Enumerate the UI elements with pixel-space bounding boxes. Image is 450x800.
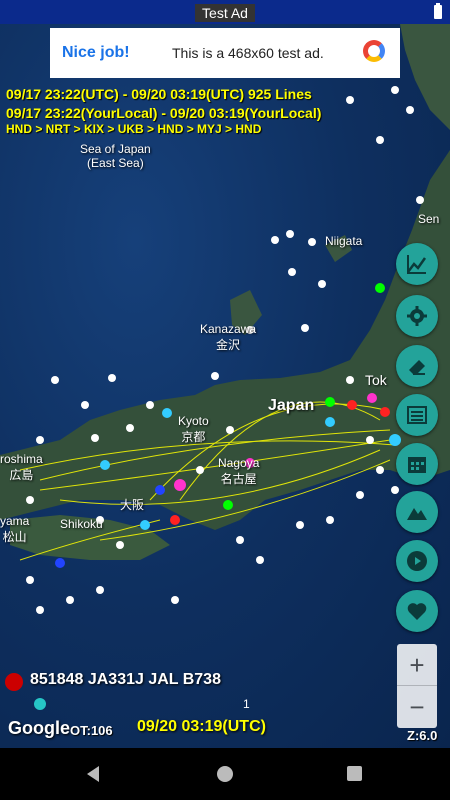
ad-label: Test Ad: [195, 4, 255, 22]
seek-handle[interactable]: [34, 698, 46, 710]
home-icon[interactable]: [217, 766, 233, 782]
map-label-hiroshima: roshima 広島: [0, 452, 43, 482]
ad-headline[interactable]: Nice job!: [62, 44, 130, 62]
favorite-button[interactable]: [396, 590, 438, 632]
back-icon[interactable]: [87, 766, 99, 782]
map-label-japan: Japan: [268, 397, 315, 414]
map-label-shikoku: Shikoku: [60, 517, 103, 531]
mountain-icon: [407, 508, 427, 520]
battery-icon: [434, 3, 442, 19]
local-range-text: 09/17 23:22(YourLocal) - 09/20 03:19(You…: [6, 105, 322, 121]
gear-icon: [407, 306, 427, 326]
chart-icon: [407, 255, 427, 274]
zoom-control: + −: [397, 644, 437, 728]
map-label-niigata: Niigata: [325, 234, 363, 248]
map-label-tokyo: Tok: [365, 372, 387, 388]
map-label-sea-of-japan: Sea of Japan (East Sea): [80, 142, 151, 170]
chart-button[interactable]: [396, 243, 438, 285]
map-label-osaka: 大阪: [120, 498, 145, 512]
current-time: 09/20 03:19(UTC): [137, 718, 266, 735]
map-label-nagoya: Nagoya 名古屋: [218, 456, 260, 486]
zoom-out-button[interactable]: −: [397, 686, 437, 728]
selected-flight-text[interactable]: 851848 JA331J JAL B738: [30, 671, 221, 689]
play-icon: [407, 551, 427, 571]
utc-range-text: 09/17 23:22(UTC) - 09/20 03:19(UTC) 925 …: [6, 86, 312, 102]
settings-button[interactable]: [396, 295, 438, 337]
eraser-button[interactable]: [396, 345, 438, 387]
eraser-icon: [409, 360, 425, 375]
google-logo: Google: [8, 718, 70, 738]
ad-text[interactable]: This is a 468x60 test ad.: [172, 45, 324, 61]
terrain-button[interactable]: [396, 491, 438, 533]
list-button[interactable]: [396, 394, 438, 436]
map-label-sendai: Sen: [418, 212, 440, 226]
calendar-icon: [408, 457, 426, 473]
zoom-level: Z:6.0: [407, 728, 438, 743]
ad-logo-icon[interactable]: [363, 40, 385, 62]
ot-label: OT:106: [70, 723, 113, 738]
calendar-button[interactable]: [396, 443, 438, 485]
map-label-matsuyama: yama 松山: [0, 514, 30, 544]
list-icon: [407, 406, 427, 424]
map-label-kanazawa: Kanazawa 金沢: [200, 322, 257, 352]
recents-icon[interactable]: [347, 766, 362, 781]
play-button[interactable]: [396, 540, 438, 582]
airline-logo-icon: [5, 673, 23, 691]
navigation-bar: [0, 748, 450, 800]
route-text: HND > NRT > KIX > UKB > HND > MYJ > HND: [6, 122, 262, 136]
map-label-kyoto: Kyoto 京都: [178, 414, 209, 444]
zoom-in-button[interactable]: +: [397, 644, 437, 686]
seek-count: 1: [243, 697, 250, 711]
heart-icon: [407, 603, 427, 620]
